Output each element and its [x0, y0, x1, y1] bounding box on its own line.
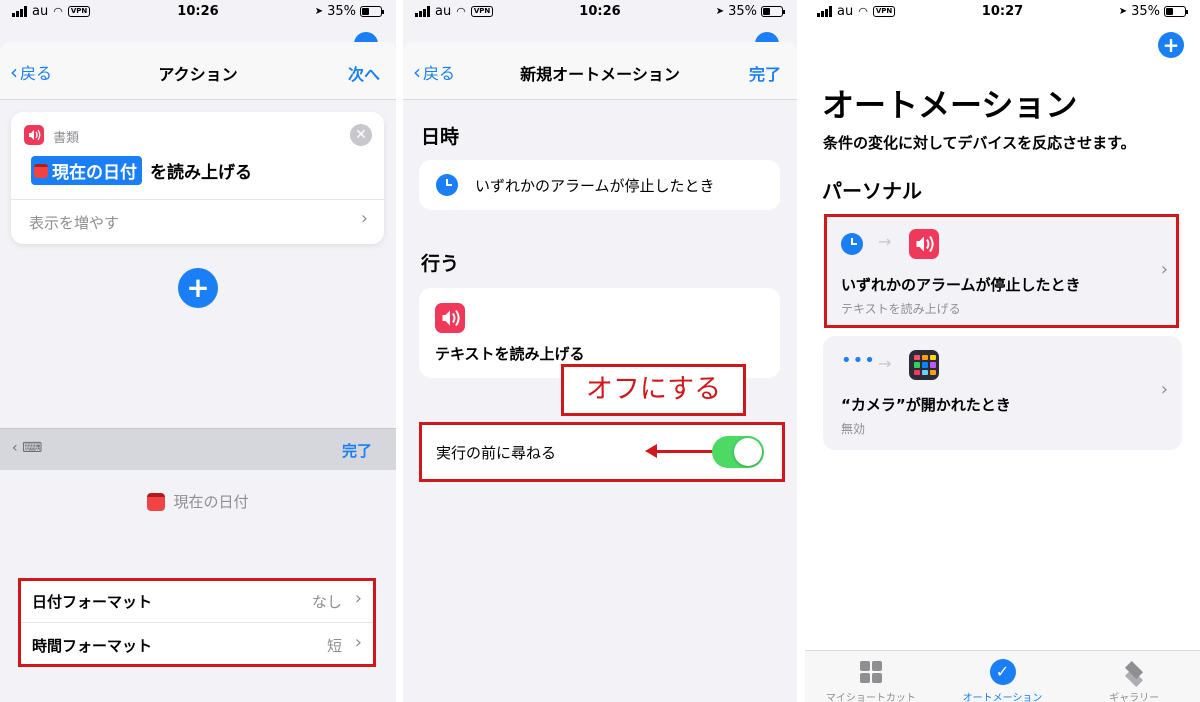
action-sheet: ‹ 戻る アクション 次へ 書類 ✕ 現在の日付 を読み上げる 表示を増やす › [0, 42, 396, 702]
status-bar: au ◠ VPN 10:26 ➤ 35% [403, 0, 797, 24]
parameter-panel: 現在の日付 日付フォーマット なし › 時間フォーマット 短 › [0, 470, 396, 702]
chevron-right-icon: › [1160, 379, 1168, 400]
page-title: オートメーション [822, 86, 1078, 124]
status-bar: au ◠ VPN 10:26 ➤ 35% [0, 0, 396, 24]
calendar-icon [147, 492, 166, 511]
arrow-right-icon: → [878, 354, 892, 373]
date-variable-token[interactable]: 現在の日付 [31, 156, 142, 185]
highlight-box [824, 214, 1179, 328]
more-dots-icon: ••• [841, 350, 876, 371]
annotation-text: オフにする [585, 374, 722, 405]
trigger-text: いずれかのアラームが停止したとき [475, 177, 715, 195]
clock-icon [436, 174, 458, 196]
action-text: テキストを読み上げる [435, 345, 585, 363]
keyboard-accessory-bar: ‹ ⌨ 完了 [0, 428, 396, 470]
highlight-box [18, 578, 376, 667]
add-action-button[interactable]: + [178, 268, 218, 308]
done-button[interactable]: 完了 [342, 440, 372, 461]
battery-percent: 35% [327, 4, 356, 19]
location-icon: ➤ [1118, 6, 1128, 17]
tab-label: ギャラリー [1109, 693, 1160, 702]
tab-label: オートメーション [962, 693, 1043, 702]
page-title: 新規オートメーション [520, 65, 680, 84]
annotation-box: オフにする [561, 364, 746, 416]
panel-title: 現在の日付 [173, 493, 249, 511]
screen-automation-list: au ◠ VPN 10:27 ➤ 35% + オートメーション 条件の変化に対し… [805, 0, 1200, 702]
screen-new-automation: au ◠ VPN 10:26 ➤ 35% ‹ 戻る 新規オートメーション 完了 … [403, 0, 797, 702]
calendar-icon [34, 163, 48, 178]
highlight-box [419, 422, 785, 482]
add-automation-button[interactable]: + [1158, 32, 1184, 58]
item-subtitle: 無効 [841, 422, 866, 436]
status-bar: au ◠ VPN 10:27 ➤ 35% [805, 0, 1200, 24]
tab-my-shortcuts[interactable]: マイショートカット [805, 651, 937, 702]
close-icon[interactable]: ✕ [350, 124, 372, 146]
battery-percent: 35% [728, 4, 757, 19]
next-button[interactable]: 次へ [348, 61, 380, 85]
camera-apps-icon [909, 350, 939, 380]
grid-icon [858, 659, 884, 685]
chevron-right-icon: › [360, 208, 368, 229]
tab-bar: マイショートカット ✓ オートメーション ギャラリー [805, 650, 1200, 702]
check-circle-icon: ✓ [989, 659, 1016, 685]
battery-percent: 35% [1131, 4, 1160, 19]
location-icon: ➤ [314, 6, 324, 17]
location-icon: ➤ [715, 6, 725, 17]
page-title: アクション [158, 65, 238, 84]
speaker-icon [435, 303, 465, 333]
show-more-label[interactable]: 表示を増やす [29, 212, 119, 233]
section-header-when: 日時 [421, 126, 460, 148]
speaker-icon [24, 125, 44, 145]
section-header-do: 行う [421, 253, 460, 275]
automation-sheet: ‹ 戻る 新規オートメーション 完了 日時 いずれかのアラームが停止したとき 行… [403, 42, 797, 702]
battery-icon [761, 6, 785, 17]
trigger-card[interactable]: いずれかのアラームが停止したとき [419, 160, 780, 210]
done-button[interactable]: 完了 [749, 61, 781, 85]
tab-label: マイショートカット [825, 693, 916, 702]
layers-icon [1121, 659, 1147, 688]
keyboard-dismiss-icon[interactable]: ‹ ⌨ [12, 440, 42, 456]
page-subtitle: 条件の変化に対してデバイスを反応させます。 [823, 134, 1136, 152]
action-text: を読み上げる [150, 163, 252, 183]
token-label: 現在の日付 [52, 163, 137, 183]
navigation-bar: ‹ 戻る アクション 次へ [0, 42, 396, 100]
navigation-bar: ‹ 戻る 新規オートメーション 完了 [403, 42, 797, 100]
item-title: “カメラ”が開かれたとき [841, 396, 1011, 414]
battery-icon [360, 6, 384, 17]
battery-icon [1164, 6, 1188, 17]
action-card[interactable]: 書類 ✕ 現在の日付 を読み上げる 表示を増やす › [11, 112, 384, 244]
tab-gallery[interactable]: ギャラリー [1068, 651, 1200, 702]
screen-action-editor: au ◠ VPN 10:26 ➤ 35% ‹ 戻る アクション 次へ 書類 ✕ [0, 0, 396, 702]
section-header: パーソナル [822, 179, 922, 203]
action-category: 書類 [53, 131, 80, 146]
automation-item[interactable]: ••• → “カメラ”が開かれたとき 無効 › [823, 336, 1182, 450]
tab-automation[interactable]: ✓ オートメーション [937, 651, 1069, 702]
